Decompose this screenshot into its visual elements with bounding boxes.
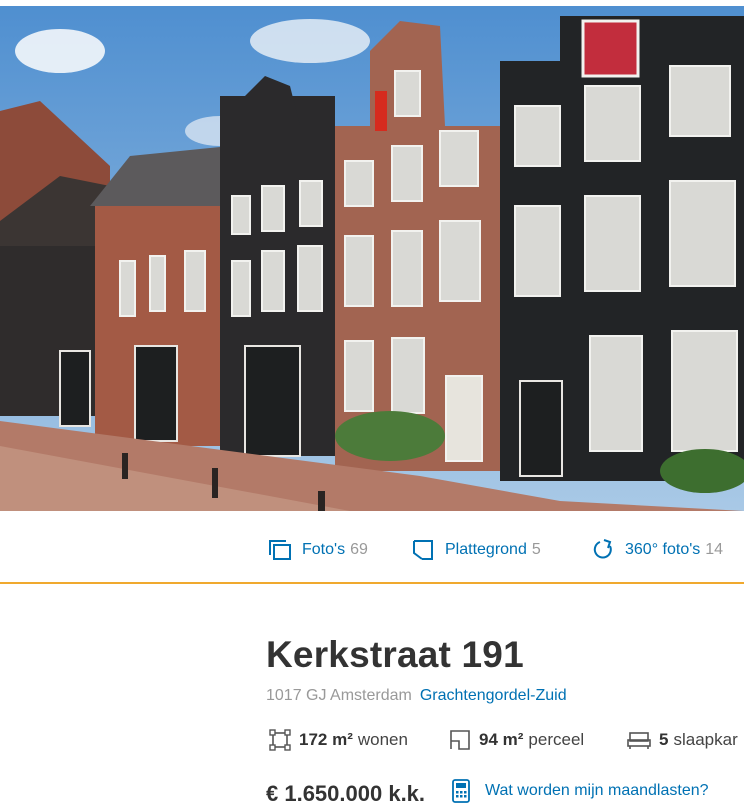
photos-label: Foto's xyxy=(302,541,346,558)
bedrooms-value: 5 xyxy=(659,730,669,749)
floorplan-icon xyxy=(413,540,433,560)
plot-area-label: perceel xyxy=(528,730,585,749)
feature-living-area: 172 m² wonen xyxy=(269,729,408,751)
floorplan-count: 5 xyxy=(531,541,541,558)
living-area-label: wonen xyxy=(357,730,408,749)
tour360-tab[interactable]: 360° foto's 14 xyxy=(591,538,723,562)
property-photo[interactable] xyxy=(0,6,744,511)
plot-area-icon xyxy=(450,730,470,750)
listing-location: 1017 GJ Amsterdam Grachtengordel-Zuid xyxy=(266,687,567,705)
rotate-360-icon xyxy=(593,539,612,559)
feature-bedrooms: 5 slaapkar xyxy=(627,729,738,751)
living-area-icon xyxy=(269,729,291,751)
monthly-costs-label: Wat worden mijn maandlasten? xyxy=(485,782,709,799)
feature-plot-area: 94 m² perceel xyxy=(449,729,584,751)
floorplan-label: Plattegrond xyxy=(445,541,527,558)
bedrooms-label: slaapkar xyxy=(673,730,738,749)
section-divider xyxy=(0,582,744,584)
plot-area-value: 94 m² xyxy=(479,730,524,749)
photos-count: 69 xyxy=(350,541,368,558)
floorplan-tab[interactable]: Plattegrond 5 xyxy=(411,538,541,562)
postal-city: 1017 GJ Amsterdam xyxy=(266,687,412,704)
photos-tab[interactable]: Foto's 69 xyxy=(268,538,368,562)
calculator-icon xyxy=(452,779,470,803)
tour360-label: 360° foto's xyxy=(625,541,701,558)
neighbourhood-link[interactable]: Grachtengordel-Zuid xyxy=(420,687,567,704)
listing-price: € 1.650.000 k.k. xyxy=(266,781,426,806)
tour360-count: 14 xyxy=(705,541,724,558)
listing-address: Kerkstraat 191 xyxy=(266,634,524,675)
photos-icon xyxy=(269,540,291,560)
living-area-value: 172 m² xyxy=(299,730,353,749)
bed-icon xyxy=(627,732,651,749)
monthly-costs-link[interactable]: Wat worden mijn maandlasten? xyxy=(451,779,709,803)
media-tabs: Foto's 69 Plattegrond 5 360° foto's 14 xyxy=(0,511,744,581)
